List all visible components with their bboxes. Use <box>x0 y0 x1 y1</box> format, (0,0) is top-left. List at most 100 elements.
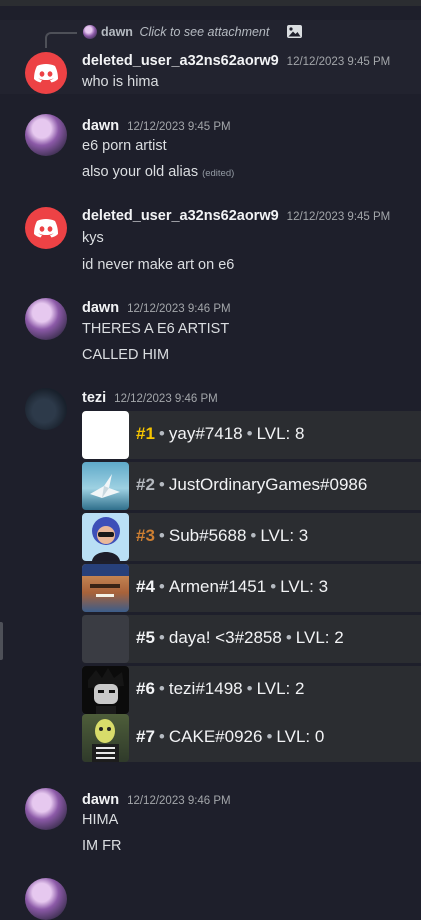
message-text: IM FR <box>82 838 122 854</box>
leaderboard-entry: #2 • JustOrdinaryGames#0986 <box>136 475 367 495</box>
discord-logo-icon <box>34 219 58 238</box>
user-avatar-thumbnail <box>82 615 129 663</box>
message-text: also your old alias (edited) <box>82 164 234 180</box>
discord-logo-icon <box>34 64 58 83</box>
reply-connector <box>45 32 77 48</box>
message-header: dawn 12/12/2023 9:45 PM <box>82 118 231 134</box>
separator: • <box>158 628 165 647</box>
message-text-content: also your old alias <box>82 164 199 180</box>
leaderboard-row: #7 • CAKE#0926 • LVL: 0 <box>82 714 421 762</box>
separator: • <box>250 526 257 545</box>
member-name: yay#7418 <box>168 424 243 443</box>
username[interactable]: tezi <box>82 390 106 406</box>
paper-swan-icon <box>90 474 120 498</box>
message-header: tezi 12/12/2023 9:46 PM <box>82 390 218 406</box>
member-level: LVL: 3 <box>260 526 309 545</box>
user-avatar-thumbnail <box>82 411 129 459</box>
timestamp: 12/12/2023 9:45 PM <box>286 211 391 223</box>
separator: • <box>158 679 165 698</box>
reply-avatar[interactable] <box>83 25 97 39</box>
leaderboard-row: #5 • daya! <3#2858 • LVL: 2 <box>82 615 421 663</box>
member-level: LVL: 3 <box>280 577 329 596</box>
reply-attachment-text[interactable]: Click to see attachment <box>139 25 269 39</box>
user-avatar-thumbnail <box>82 513 129 561</box>
rank-label: #1 <box>136 424 155 443</box>
leaderboard-row: #2 • JustOrdinaryGames#0986 <box>82 462 421 510</box>
leaderboard-entry: #1 • yay#7418 • LVL: 8 <box>136 424 304 444</box>
leaderboard-row: #1 • yay#7418 • LVL: 8 <box>82 411 421 459</box>
cake-avatar-icon <box>92 719 119 762</box>
rank-label: #4 <box>136 577 155 596</box>
username[interactable]: dawn <box>82 118 119 134</box>
sub-avatar-icon <box>92 517 120 561</box>
message-text: id never make art on e6 <box>82 257 235 273</box>
reply-username[interactable]: dawn <box>101 25 133 39</box>
timestamp: 12/12/2023 9:46 PM <box>127 303 231 315</box>
leaderboard-entry: #7 • CAKE#0926 • LVL: 0 <box>136 727 324 747</box>
image-icon <box>287 25 302 38</box>
message-text: CALLED HIM <box>82 347 170 363</box>
message-text: e6 porn artist <box>82 138 167 154</box>
leaderboard-row: #4 • Armen#1451 • LVL: 3 <box>82 564 421 612</box>
avatar-dawn[interactable] <box>25 114 67 156</box>
leaderboard-entry: #4 • Armen#1451 • LVL: 3 <box>136 577 328 597</box>
member-level: LVL: 0 <box>276 727 325 746</box>
reply-reference[interactable]: dawn Click to see attachment <box>45 20 421 50</box>
leaderboard-entry: #6 • tezi#1498 • LVL: 2 <box>136 679 304 699</box>
member-name: CAKE#0926 <box>168 727 263 746</box>
separator: • <box>158 727 165 746</box>
timestamp: 12/12/2023 9:45 PM <box>127 121 231 133</box>
user-avatar-thumbnail <box>82 714 129 762</box>
username[interactable]: deleted_user_a32ns62aorw9 <box>82 208 279 224</box>
reply-preview[interactable]: dawn Click to see attachment <box>101 25 269 39</box>
message-header: deleted_user_a32ns62aorw9 12/12/2023 9:4… <box>82 208 390 224</box>
leaderboard-entry: #3 • Sub#5688 • LVL: 3 <box>136 526 308 546</box>
member-level: LVL: 8 <box>256 424 305 443</box>
rank-label: #3 <box>136 526 155 545</box>
edited-label: (edited) <box>202 168 235 179</box>
separator: • <box>246 679 253 698</box>
message-text: HIMA <box>82 812 119 828</box>
tezi-avatar-icon <box>88 668 124 714</box>
rank-label: #7 <box>136 727 155 746</box>
armen-avatar-icon <box>82 564 129 597</box>
avatar-tezi[interactable] <box>25 388 67 430</box>
rank-label: #2 <box>136 475 155 494</box>
avatar-dawn[interactable] <box>25 788 67 830</box>
message-header: dawn 12/12/2023 9:46 PM <box>82 300 231 316</box>
member-level: LVL: 2 <box>295 628 344 647</box>
member-name: Armen#1451 <box>168 577 267 596</box>
message-header: dawn 12/12/2023 9:46 PM <box>82 792 231 808</box>
timestamp: 12/12/2023 9:46 PM <box>127 795 231 807</box>
leaderboard-entry: #5 • daya! <3#2858 • LVL: 2 <box>136 628 344 648</box>
username[interactable]: deleted_user_a32ns62aorw9 <box>82 53 279 69</box>
member-name: tezi#1498 <box>168 679 243 698</box>
rank-label: #5 <box>136 628 155 647</box>
avatar-dawn[interactable] <box>25 298 67 340</box>
separator: • <box>158 577 165 596</box>
leaderboard-row: #3 • Sub#5688 • LVL: 3 <box>82 513 421 561</box>
username[interactable]: dawn <box>82 792 119 808</box>
avatar-discord[interactable] <box>25 52 67 94</box>
avatar-next[interactable] <box>25 878 67 920</box>
leaderboard-row: #6 • tezi#1498 • LVL: 2 <box>82 666 421 714</box>
user-avatar-thumbnail <box>82 564 129 612</box>
timestamp: 12/12/2023 9:45 PM <box>286 56 391 68</box>
avatar-discord[interactable] <box>25 207 67 249</box>
member-name: daya! <3#2858 <box>168 628 282 647</box>
separator: • <box>266 727 273 746</box>
separator: • <box>158 475 165 494</box>
username[interactable]: dawn <box>82 300 119 316</box>
separator: • <box>285 628 292 647</box>
separator: • <box>270 577 277 596</box>
user-avatar-thumbnail <box>82 666 129 714</box>
separator: • <box>158 526 165 545</box>
top-bar <box>0 0 421 6</box>
message-text: kys <box>82 230 104 246</box>
member-level: LVL: 2 <box>256 679 305 698</box>
separator: • <box>246 424 253 443</box>
timestamp: 12/12/2023 9:46 PM <box>114 393 218 405</box>
member-name: Sub#5688 <box>168 526 247 545</box>
message-text: who is hima <box>82 74 159 90</box>
rank-label: #6 <box>136 679 155 698</box>
